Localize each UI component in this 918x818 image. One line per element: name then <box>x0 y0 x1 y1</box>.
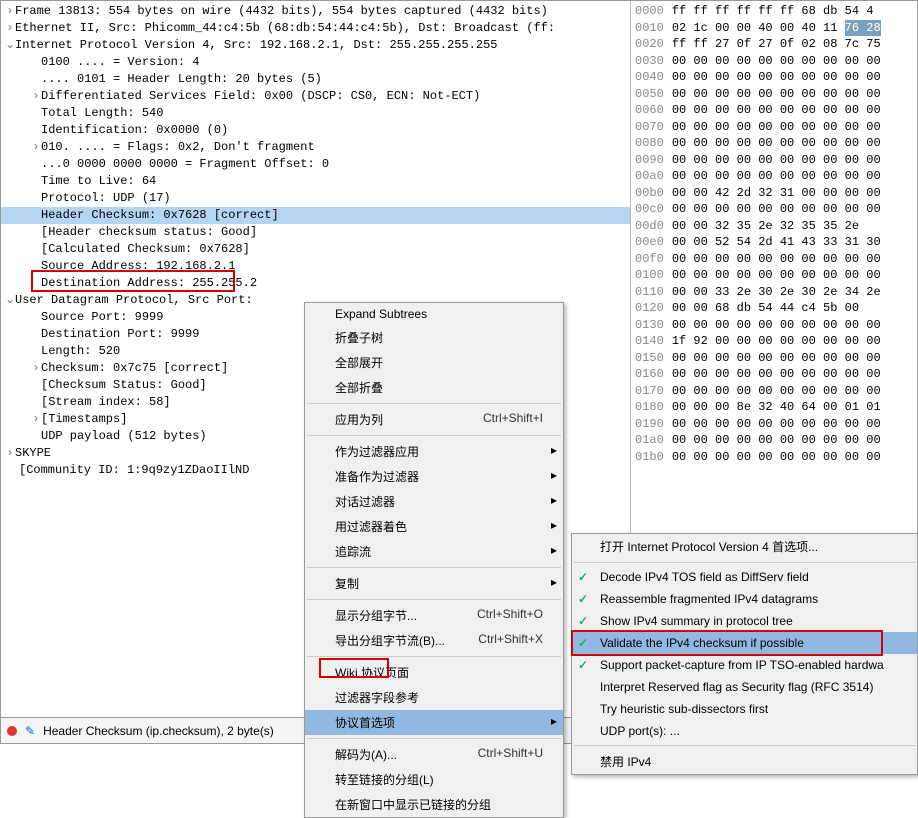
submenu-heuristic[interactable]: Try heuristic sub-dissectors first <box>572 698 917 720</box>
hex-row[interactable]: 0000ff ff ff ff ff ff 68 db 54 4 <box>635 3 913 20</box>
menu-wiki[interactable]: Wiki 协议页面 <box>305 660 563 685</box>
menu-apply-as-filter[interactable]: 作为过滤器应用▸ <box>305 439 563 464</box>
tree-ip-src[interactable]: Source Address: 192.168.2.1 <box>1 258 630 275</box>
submenu-support-tso[interactable]: ✓Support packet-capture from IP TSO-enab… <box>572 654 917 676</box>
menu-expand-all[interactable]: 全部展开 <box>305 350 563 375</box>
context-menu-packet[interactable]: Expand Subtrees 折叠子树 全部展开 全部折叠 应用为列Ctrl+… <box>304 302 564 818</box>
tree-ethernet[interactable]: ›Ethernet II, Src: Phicomm_44:c4:5b (68:… <box>1 20 630 37</box>
submenu-interpret-reserved[interactable]: Interpret Reserved flag as Security flag… <box>572 676 917 698</box>
hex-row[interactable]: 00f000 00 00 00 00 00 00 00 00 00 <box>635 251 913 268</box>
hex-row[interactable]: 01a000 00 00 00 00 00 00 00 00 00 <box>635 432 913 449</box>
hex-row[interactable]: 001002 1c 00 00 40 00 40 11 76 28 <box>635 20 913 37</box>
menu-conversation-filter[interactable]: 对话过滤器▸ <box>305 489 563 514</box>
tree-ip-checksum-status[interactable]: [Header checksum status: Good] <box>1 224 630 241</box>
menu-collapse-subtrees[interactable]: 折叠子树 <box>305 325 563 350</box>
check-icon: ✓ <box>578 570 588 584</box>
check-icon: ✓ <box>578 636 588 650</box>
hex-row[interactable]: 00c000 00 00 00 00 00 00 00 00 00 <box>635 201 913 218</box>
hex-row[interactable]: 00e000 00 52 54 2d 41 43 33 31 30 <box>635 234 913 251</box>
hex-row[interactable]: 015000 00 00 00 00 00 00 00 00 00 <box>635 350 913 367</box>
hex-row[interactable]: 012000 00 68 db 54 44 c4 5b 00 <box>635 300 913 317</box>
hex-row[interactable]: 009000 00 00 00 00 00 00 00 00 00 <box>635 152 913 169</box>
menu-colorize-with-filter[interactable]: 用过滤器着色▸ <box>305 514 563 539</box>
hex-row[interactable]: 011000 00 33 2e 30 2e 30 2e 34 2e <box>635 284 913 301</box>
check-icon: ✓ <box>578 592 588 606</box>
hex-row[interactable]: 010000 00 00 00 00 00 00 00 00 00 <box>635 267 913 284</box>
submenu-udp-ports[interactable]: UDP port(s): ... <box>572 720 917 742</box>
tree-ip-checksum[interactable]: Header Checksum: 0x7628 [correct] <box>1 207 630 224</box>
hex-row[interactable]: 017000 00 00 00 00 00 00 00 00 00 <box>635 383 913 400</box>
menu-copy[interactable]: 复制▸ <box>305 571 563 596</box>
menu-expand-subtrees[interactable]: Expand Subtrees <box>305 303 563 325</box>
check-icon: ✓ <box>578 614 588 628</box>
check-icon: ✓ <box>578 658 588 672</box>
menu-filter-field-ref[interactable]: 过滤器字段参考 <box>305 685 563 710</box>
hex-row[interactable]: 003000 00 00 00 00 00 00 00 00 00 <box>635 53 913 70</box>
hex-row[interactable]: 01401f 92 00 00 00 00 00 00 00 00 <box>635 333 913 350</box>
menu-prepare-as-filter[interactable]: 准备作为过滤器▸ <box>305 464 563 489</box>
submenu-protocol-preferences[interactable]: 打开 Internet Protocol Version 4 首选项... ✓D… <box>571 533 918 775</box>
capture-filter-icon[interactable]: ✎ <box>25 724 35 738</box>
submenu-reassemble[interactable]: ✓Reassemble fragmented IPv4 datagrams <box>572 588 917 610</box>
hex-row[interactable]: 005000 00 00 00 00 00 00 00 00 00 <box>635 86 913 103</box>
tree-ip-flags[interactable]: ›010. .... = Flags: 0x2, Don't fragment <box>1 139 630 156</box>
hex-row[interactable]: 00a000 00 00 00 00 00 00 00 00 00 <box>635 168 913 185</box>
expert-info-icon[interactable] <box>7 726 17 736</box>
tree-ip-dsf[interactable]: ›Differentiated Services Field: 0x00 (DS… <box>1 88 630 105</box>
hex-row[interactable]: 013000 00 00 00 00 00 00 00 00 00 <box>635 317 913 334</box>
hex-row[interactable]: 007000 00 00 00 00 00 00 00 00 00 <box>635 119 913 136</box>
hex-row[interactable]: 018000 00 00 8e 32 40 64 00 01 01 <box>635 399 913 416</box>
menu-goto-linked[interactable]: 转至链接的分组(L) <box>305 767 563 792</box>
tree-frame[interactable]: ›Frame 13813: 554 bytes on wire (4432 bi… <box>1 3 630 20</box>
tree-ip-id[interactable]: Identification: 0x0000 (0) <box>1 122 630 139</box>
menu-protocol-preferences[interactable]: 协议首选项▸ <box>305 710 563 735</box>
tree-ip-dst[interactable]: Destination Address: 255.255.2 <box>1 275 630 292</box>
menu-collapse-all[interactable]: 全部折叠 <box>305 375 563 400</box>
hex-row[interactable]: 008000 00 00 00 00 00 00 00 00 00 <box>635 135 913 152</box>
tree-ip-hdrlen[interactable]: .... 0101 = Header Length: 20 bytes (5) <box>1 71 630 88</box>
tree-ip-version[interactable]: 0100 .... = Version: 4 <box>1 54 630 71</box>
menu-follow[interactable]: 追踪流▸ <box>305 539 563 564</box>
hex-row[interactable]: 00d000 00 32 35 2e 32 35 35 2e <box>635 218 913 235</box>
submenu-decode-tos[interactable]: ✓Decode IPv4 TOS field as DiffServ field <box>572 566 917 588</box>
tree-ip-len[interactable]: Total Length: 540 <box>1 105 630 122</box>
hex-row[interactable]: 019000 00 00 00 00 00 00 00 00 00 <box>635 416 913 433</box>
menu-show-linked[interactable]: 在新窗口中显示已链接的分组 <box>305 792 563 817</box>
menu-apply-as-column[interactable]: 应用为列Ctrl+Shift+I <box>305 407 563 432</box>
tree-ip[interactable]: ⌄Internet Protocol Version 4, Src: 192.1… <box>1 37 630 54</box>
submenu-show-summary[interactable]: ✓Show IPv4 summary in protocol tree <box>572 610 917 632</box>
tree-ip-checksum-calc[interactable]: [Calculated Checksum: 0x7628] <box>1 241 630 258</box>
hex-row[interactable]: 0020ff ff 27 0f 27 0f 02 08 7c 75 <box>635 36 913 53</box>
status-text: Header Checksum (ip.checksum), 2 byte(s) <box>43 724 274 738</box>
menu-export-packet-bytes[interactable]: 导出分组字节流(B)...Ctrl+Shift+X <box>305 628 563 653</box>
hex-row[interactable]: 00b000 00 42 2d 32 31 00 00 00 00 <box>635 185 913 202</box>
menu-show-packet-bytes[interactable]: 显示分组字节...Ctrl+Shift+O <box>305 603 563 628</box>
submenu-open-prefs[interactable]: 打开 Internet Protocol Version 4 首选项... <box>572 534 917 559</box>
hex-row[interactable]: 01b000 00 00 00 00 00 00 00 00 00 <box>635 449 913 466</box>
tree-ip-ttl[interactable]: Time to Live: 64 <box>1 173 630 190</box>
submenu-disable[interactable]: 禁用 IPv4 <box>572 749 917 774</box>
hex-row[interactable]: 016000 00 00 00 00 00 00 00 00 00 <box>635 366 913 383</box>
submenu-validate-checksum[interactable]: ✓Validate the IPv4 checksum if possible <box>572 632 917 654</box>
hex-row[interactable]: 006000 00 00 00 00 00 00 00 00 00 <box>635 102 913 119</box>
tree-ip-proto[interactable]: Protocol: UDP (17) <box>1 190 630 207</box>
tree-ip-fo[interactable]: ...0 0000 0000 0000 = Fragment Offset: 0 <box>1 156 630 173</box>
hex-row[interactable]: 004000 00 00 00 00 00 00 00 00 00 <box>635 69 913 86</box>
